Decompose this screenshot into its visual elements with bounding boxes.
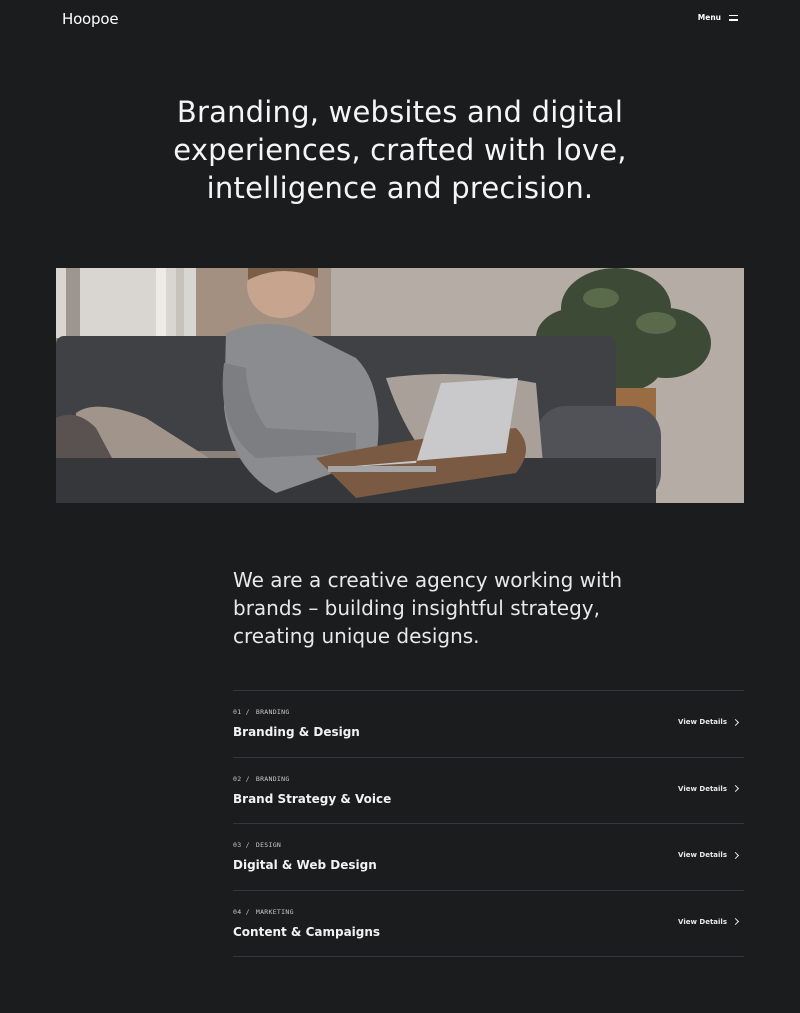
service-meta: 03 / DESIGN — [233, 841, 281, 849]
service-meta: 02 / BRANDING — [233, 775, 290, 783]
service-meta: 04 / MARKETING — [233, 908, 294, 916]
service-row-brand-strategy[interactable]: 02 / BRANDING Brand Strategy & Voice View… — [233, 758, 744, 824]
service-category: MARKETING — [255, 907, 294, 916]
hamburger-icon — [729, 14, 738, 21]
hero-title: Branding, websites and digital experienc… — [0, 93, 800, 207]
view-details-label: View Details — [678, 851, 727, 859]
service-number: 03 / — [233, 841, 250, 849]
service-row-content-campaigns[interactable]: 04 / MARKETING Content & Campaigns View D… — [233, 891, 744, 957]
chevron-right-icon — [731, 851, 740, 859]
service-title: Brand Strategy & Voice — [233, 791, 392, 806]
view-details-link[interactable]: View Details — [678, 718, 740, 726]
chevron-right-icon — [731, 917, 740, 926]
intro-line: creating unique designs. — [233, 624, 480, 648]
service-title: Branding & Design — [233, 725, 360, 739]
hero-photo-illustration — [56, 268, 744, 503]
logo[interactable]: Hoopoe — [62, 10, 119, 28]
service-title: Digital & Web Design — [233, 858, 377, 872]
hero-title-line: Branding, websites and digital — [176, 95, 624, 129]
service-category: BRANDING — [255, 708, 290, 716]
view-details-link[interactable]: View Details — [678, 917, 740, 926]
hero-photo — [56, 268, 744, 503]
view-details-link[interactable]: View Details — [678, 784, 740, 793]
menu-button[interactable]: Menu — [698, 13, 738, 22]
hero-title-line: experiences, crafted with love, — [173, 133, 627, 167]
view-details-link[interactable]: View Details — [678, 851, 740, 859]
services-list: 01 / BRANDING Branding & Design View Deta… — [233, 690, 744, 957]
service-row-branding-design[interactable]: 01 / BRANDING Branding & Design View Deta… — [233, 691, 744, 758]
view-details-label: View Details — [678, 917, 727, 926]
service-number: 04 / — [233, 907, 250, 916]
service-title: Content & Campaigns — [233, 924, 381, 939]
chevron-right-icon — [731, 718, 740, 726]
intro-line: brands – building insightful strategy, — [233, 596, 600, 620]
menu-label: Menu — [697, 13, 721, 22]
intro-text: We are a creative agency working with br… — [233, 566, 703, 650]
hero-title-line: intelligence and precision. — [206, 171, 594, 205]
service-row-digital-web-design[interactable]: 03 / DESIGN Digital & Web Design View Det… — [233, 824, 744, 891]
service-meta: 01 / BRANDING — [233, 708, 290, 716]
chevron-right-icon — [731, 784, 740, 793]
intro-line: We are a creative agency working with — [233, 568, 623, 592]
site-header: Hoopoe Menu — [0, 0, 800, 40]
service-number: 01 / — [233, 708, 250, 716]
service-category: DESIGN — [255, 841, 282, 849]
view-details-label: View Details — [678, 718, 727, 726]
service-category: BRANDING — [255, 774, 290, 783]
view-details-label: View Details — [678, 784, 727, 793]
service-number: 02 / — [233, 774, 250, 783]
